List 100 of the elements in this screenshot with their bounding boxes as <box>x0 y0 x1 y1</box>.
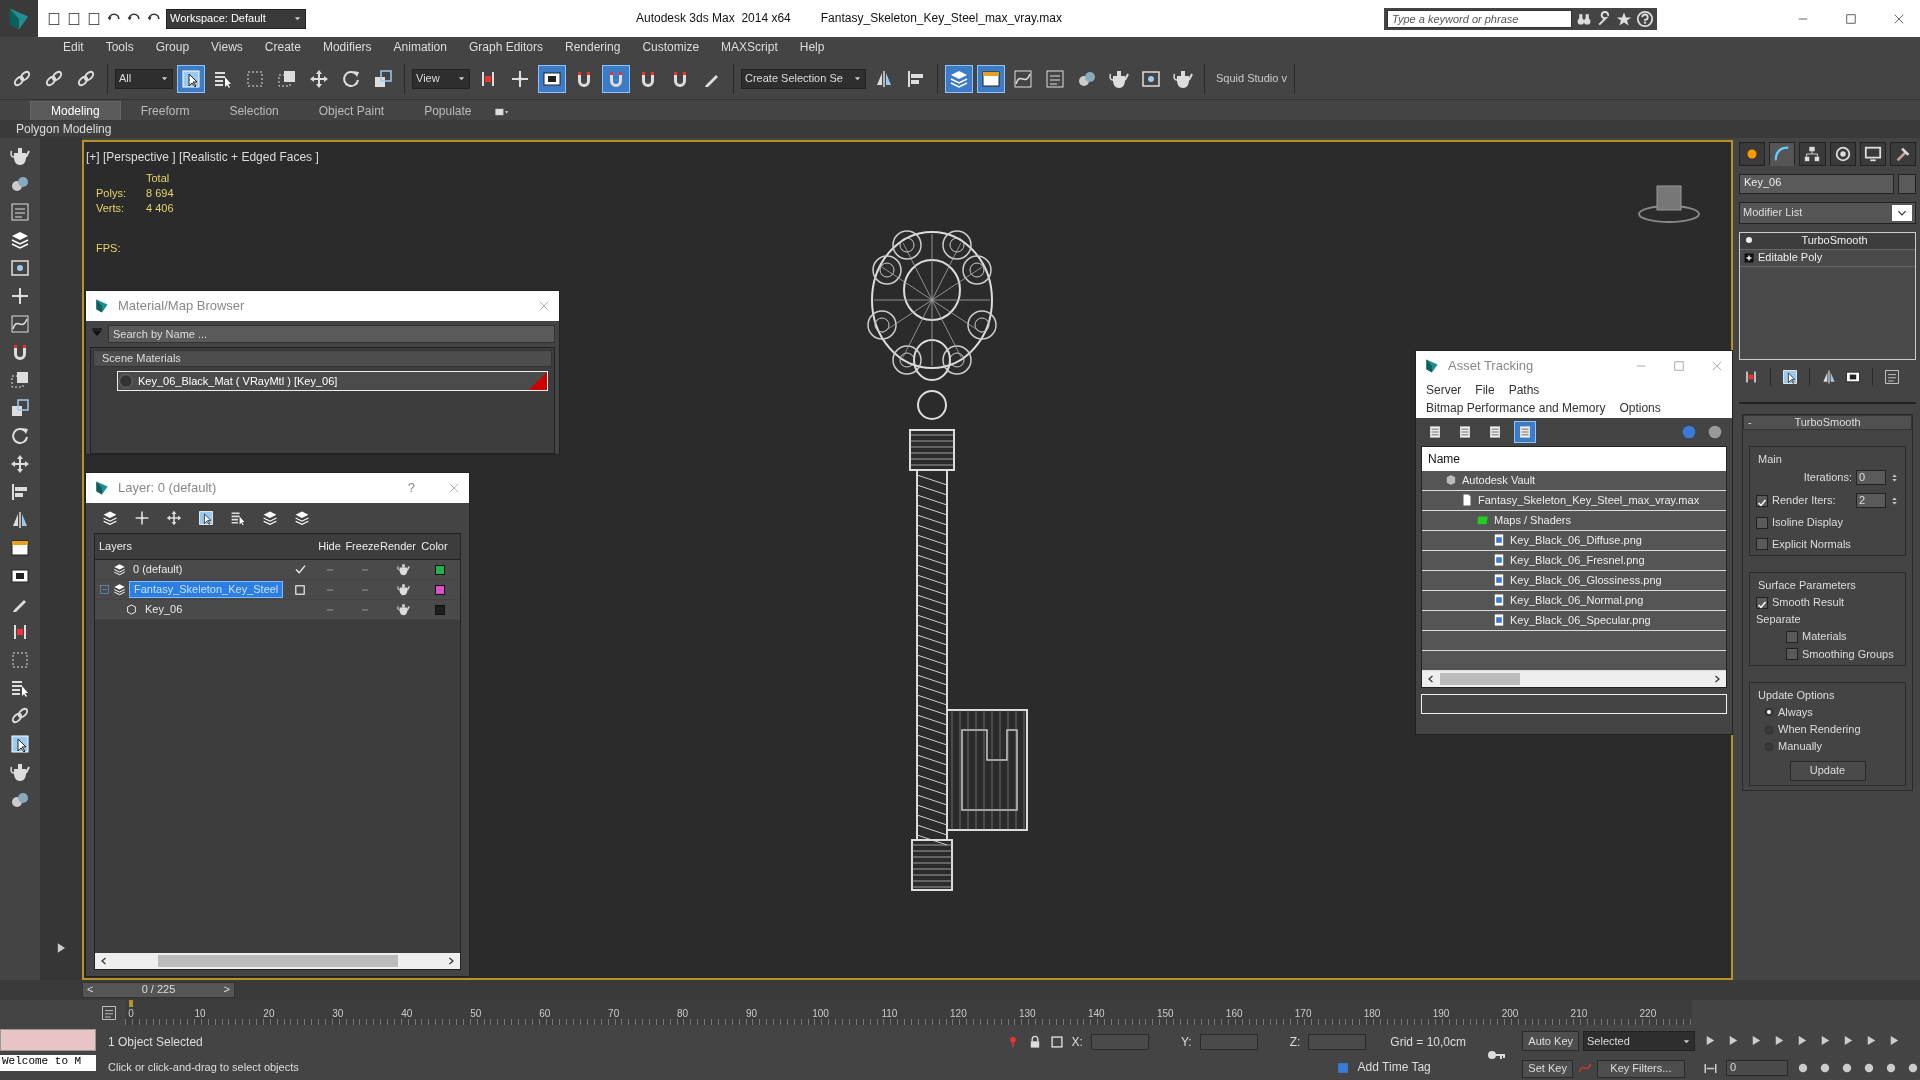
menu-item[interactable]: Modifiers <box>311 40 383 55</box>
timeline-ruler[interactable]: 0 10 20 30 40 50 60 70 80 90 100 110 120 130 140 150 160 170 180 190 200 210 220 <box>125 1000 1692 1025</box>
toolbar-dropdown[interactable]: All <box>115 68 173 89</box>
timeline-tick-label: 60 <box>539 1008 551 1020</box>
modifier-stack-item[interactable]: Editable Poly <box>1740 250 1915 267</box>
ribbon-tab[interactable]: Modeling <box>30 100 121 120</box>
search-field[interactable]: Search by Name ... <box>108 325 555 343</box>
menu-item[interactable]: Views <box>200 40 254 55</box>
menu-item[interactable]: Tools <box>94 40 145 55</box>
timeline-tick-label: 120 <box>950 1008 967 1020</box>
stat-label: Verts: <box>96 202 126 216</box>
group-title: Surface Parameters <box>1756 578 1858 592</box>
timeline-tick-label: 190 <box>1432 1008 1450 1020</box>
menu-item[interactable]: Paths <box>1508 383 1540 398</box>
rollout-header[interactable]: - TurboSmooth <box>1743 415 1912 431</box>
fps-label: FPS: <box>96 242 121 256</box>
menu-item[interactable]: Rendering <box>554 40 632 55</box>
timeline-tick-label: 100 <box>812 1008 829 1020</box>
key-mode-dropdown[interactable]: Selected <box>1583 1031 1695 1052</box>
ribbon-tab[interactable]: Freeform <box>120 101 210 120</box>
window-title: Layer: 0 (default) <box>118 480 217 496</box>
coordinate-label: X: <box>1071 1034 1083 1050</box>
menu-item[interactable]: Server <box>1426 383 1462 398</box>
menu-item[interactable]: Options <box>1619 401 1661 416</box>
ribbon-tab[interactable]: Selection <box>209 101 299 120</box>
stat-value: 4 406 <box>146 202 174 216</box>
asset-tree-item[interactable]: Key_Black_06_Normal.png <box>1510 593 1644 607</box>
timeline-tick-label: 170 <box>1294 1008 1312 1020</box>
search-field[interactable]: Type a keyword or phrase <box>1387 9 1572 28</box>
asset-tree-item[interactable]: Maps / Shaders <box>1494 513 1572 527</box>
material-item[interactable]: Key_06_Black_Mat ( VRayMtl ) [Key_06] <box>117 371 548 392</box>
timeline-tick-label: 130 <box>1019 1008 1036 1020</box>
timeline-tick-label: 150 <box>1156 1008 1174 1020</box>
current-frame-field[interactable]: 0 <box>1726 1060 1788 1076</box>
workspace-dropdown[interactable]: Workspace: Default <box>166 8 306 29</box>
asset-tree-item[interactable]: Key_Black_06_Fresnel.png <box>1510 553 1645 567</box>
update-button[interactable]: Update <box>1789 761 1866 781</box>
menu-item[interactable]: Graph Editors <box>457 40 554 55</box>
menu-item[interactable]: Group <box>144 40 201 55</box>
timeline-tick-label: 140 <box>1087 1008 1105 1020</box>
coordinate-label: Y: <box>1180 1034 1192 1050</box>
grid-size: Grid = 10,0cm <box>1390 1034 1466 1050</box>
set-key-button[interactable]: Set Key <box>1522 1060 1573 1078</box>
collapse-toggle[interactable]: - <box>1748 416 1752 430</box>
coordinate-label: Z: <box>1289 1034 1301 1050</box>
ribbon-tab[interactable]: Populate <box>404 101 492 120</box>
menu-item[interactable]: Edit <box>52 40 95 55</box>
viewport-label[interactable]: [+] [Perspective ] [Realistic + Edged Faces ] <box>86 150 319 165</box>
column-header: Render <box>379 539 417 554</box>
radio-label: When Rendering <box>1778 723 1861 737</box>
stat-label: Polys: <box>96 187 127 201</box>
checkbox-label: Smoothing Groups <box>1802 647 1894 661</box>
toolbar-dropdown[interactable]: View <box>412 68 470 89</box>
menu-item[interactable]: Bitmap Performance and Memory <box>1426 401 1606 416</box>
prompt-text: Click or click-and-drag to select objects <box>108 1060 300 1075</box>
rollout-title: TurboSmooth <box>1794 416 1861 428</box>
file-name: Fantasy_Skeleton_Key_Steel_max_vray.max <box>820 11 1062 26</box>
field-label: Iterations: <box>1803 471 1852 485</box>
checkbox-label: Render Iters: <box>1772 494 1837 508</box>
layer-name[interactable]: 0 (default) <box>129 561 187 578</box>
column-header: Name <box>1422 446 1726 471</box>
radio-label: Manually <box>1778 740 1823 754</box>
asset-tree-item[interactable]: Key_Black_06_Specular.png <box>1510 613 1651 627</box>
group-header[interactable]: Scene Materials <box>93 350 552 368</box>
timeline-tick-label: 90 <box>746 1008 758 1020</box>
menu-item[interactable]: Help <box>788 40 836 55</box>
time-slider[interactable]: < 0 / 225 > <box>82 982 235 998</box>
selection-status: 1 Object Selected <box>108 1034 204 1050</box>
modifier-stack-item[interactable]: TurboSmooth <box>1740 233 1915 250</box>
timeline-tick-label: 160 <box>1225 1008 1243 1020</box>
menu-item[interactable]: Create <box>253 40 312 55</box>
stats-header: Total <box>146 172 171 186</box>
menu-item[interactable]: MAXScript <box>710 40 789 55</box>
timeline-tick-label: 180 <box>1363 1008 1381 1020</box>
object-name-field[interactable]: Key_06 <box>1739 174 1894 194</box>
ribbon-tab[interactable]: Object Paint <box>298 101 405 120</box>
auto-key-button[interactable]: Auto Key <box>1522 1031 1579 1052</box>
asset-tree-item[interactable]: Fantasy_Skeleton_Key_Steel_max_vray.max <box>1478 493 1700 507</box>
app-title: Autodesk 3ds Max 2014 x64 <box>636 11 791 26</box>
toolbar-dropdown[interactable]: Create Selection Se <box>741 68 866 89</box>
timeline-tick-label: 110 <box>881 1008 898 1020</box>
asset-tree-item[interactable]: Key_Black_06_Glossiness.png <box>1510 573 1662 587</box>
ribbon-panel-title: Polygon Modeling <box>16 121 112 137</box>
script-listener-field[interactable]: Welcome to M <box>0 1055 96 1071</box>
help-button[interactable]: ? <box>407 480 415 496</box>
asset-tree-item[interactable]: Key_Black_06_Diffuse.png <box>1510 533 1642 547</box>
modifier-list-dropdown[interactable]: Modifier List <box>1739 202 1916 224</box>
menu-item[interactable]: File <box>1475 383 1495 398</box>
menu-item[interactable]: Animation <box>382 40 458 55</box>
key-filters-button[interactable]: Key Filters... <box>1596 1060 1685 1078</box>
timeline-tick-label: 210 <box>1570 1008 1588 1020</box>
column-header: Layers <box>98 539 134 554</box>
render-iters-spinner[interactable]: 2 <box>1856 493 1886 509</box>
menu-item[interactable]: Customize <box>631 40 711 55</box>
timeline-tick-label: 30 <box>332 1008 344 1020</box>
column-header: Freeze <box>346 539 379 554</box>
asset-tree-item[interactable]: Autodesk Vault <box>1462 473 1536 487</box>
iterations-spinner[interactable]: 0 <box>1856 470 1886 486</box>
add-time-tag[interactable]: Add Time Tag <box>1357 1060 1431 1075</box>
layer-name[interactable]: Key_06 <box>141 601 187 618</box>
